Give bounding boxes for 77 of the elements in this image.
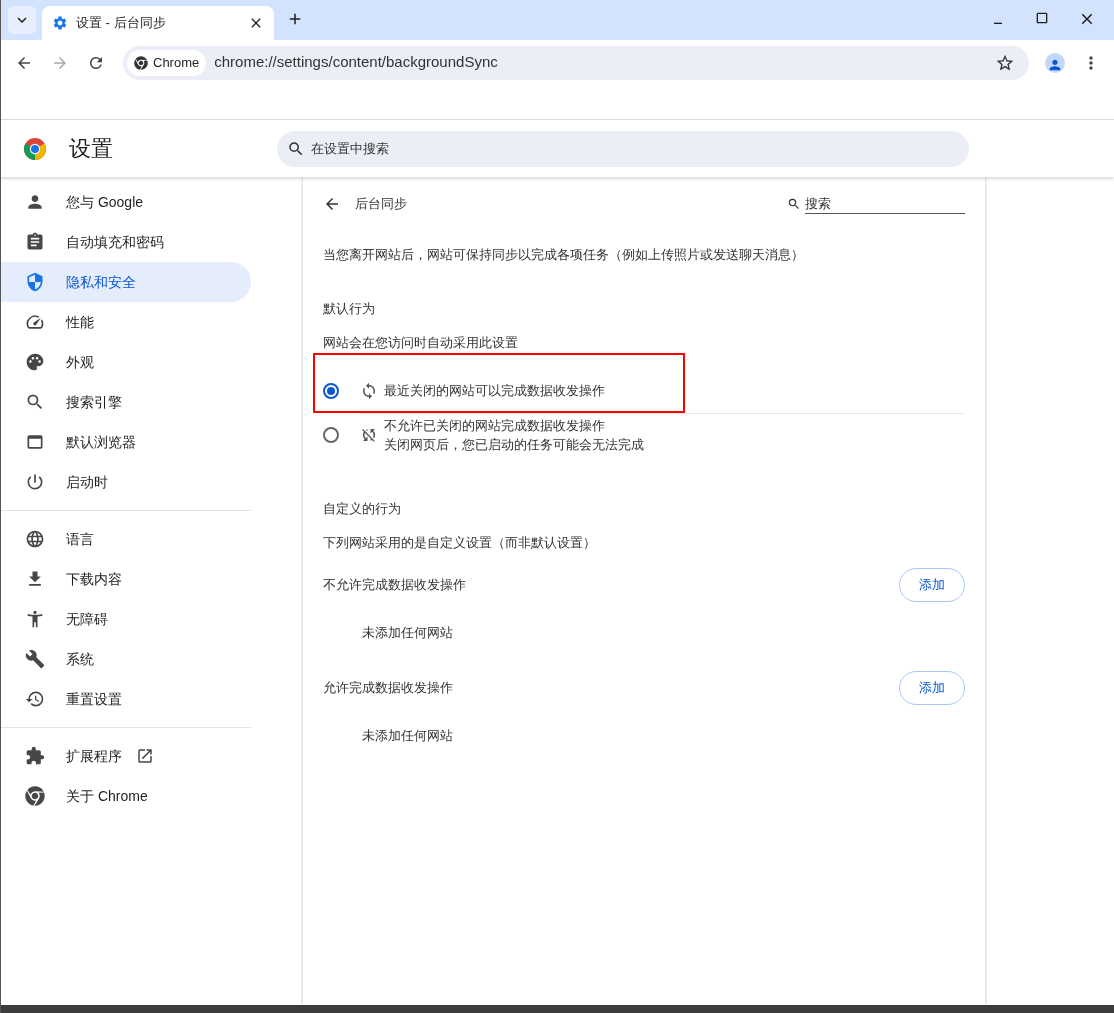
sidebar-item-label: 系统 [66,649,94,669]
shield-icon [25,272,45,292]
sidebar-item[interactable]: 无障碍 [1,599,251,639]
accessibility-icon [25,609,45,629]
sidebar-item[interactable]: 重置设置 [1,679,251,719]
sidebar-item[interactable]: 搜索引擎 [1,382,251,422]
sidebar-item[interactable]: 启动时 [1,462,251,502]
page-description: 当您离开网站后，网站可保持同步以完成各项任务（例如上传照片或发送聊天消息） [323,246,805,264]
option-label: 不允许已关闭的网站完成数据收发操作 [384,416,606,435]
chrome-logo-icon [134,55,148,70]
sidebar-item-label: 性能 [66,312,94,332]
sidebar-item-label: 关于 Chrome [66,786,148,806]
list-heading: 允许完成数据收发操作 [323,679,453,698]
sidebar-item-label: 下载内容 [66,569,122,589]
sync-disabled-icon [360,426,378,444]
sidebar-item-label: 您与 Google [66,192,144,212]
address-bar[interactable]: Chrome chrome://settings/content/backgroundSync [123,45,1029,80]
empty-list-message: 未添加任何网站 [362,623,454,642]
list-heading: 不允许完成数据收发操作 [323,575,466,594]
sidebar-item-label: 搜索引擎 [66,392,122,412]
browser-window-icon [25,432,45,452]
sidebar-item[interactable]: 语言 [1,519,251,559]
wrench-icon [25,649,45,669]
page-title: 后台同步 [355,195,408,214]
sidebar-item-label: 无障碍 [66,609,108,629]
gauge-icon [25,312,45,332]
settings-title: 设置 [69,135,114,163]
sidebar-item[interactable]: 您与 Google [1,182,251,222]
sync-icon [360,381,378,400]
sidebar-item[interactable]: 关于 Chrome [1,776,251,816]
sidebar-item-label: 外观 [66,352,94,372]
sidebar-item-label: 隐私和安全 [66,272,136,292]
sidebar-item-label: 启动时 [66,472,108,492]
site-chip[interactable]: Chrome [127,49,207,76]
search-icon [25,392,45,412]
sidebar-item[interactable]: 默认浏览器 [1,422,251,462]
gear-icon [52,15,68,31]
radio-button[interactable] [323,382,339,399]
tab-title: 设置 - 后台同步 [76,14,167,33]
sidebar-item[interactable]: 自动填充和密码 [1,222,251,262]
sidebar-item-label: 自动填充和密码 [66,232,164,252]
search-icon [287,139,305,158]
sidebar-item-label: 扩展程序 [66,746,122,766]
history-icon [25,689,45,709]
sidebar-item-label: 重置设置 [66,689,122,709]
maximize-icon[interactable] [1034,10,1050,26]
sidebar-item[interactable]: 扩展程序 [1,736,251,776]
sidebar-item[interactable]: 外观 [1,342,251,382]
section-heading: 默认行为 [323,299,376,318]
sidebar-item[interactable]: 隐私和安全 [1,262,251,302]
palette-icon [25,352,45,372]
radio-button[interactable] [323,427,339,443]
chrome-logo [23,136,47,161]
chrome-logo-icon [25,786,45,806]
sidebar-item[interactable]: 下载内容 [1,559,251,599]
page-search-field[interactable]: 搜索 [805,193,965,215]
browser-tab[interactable]: 设置 - 后台同步 [42,6,274,40]
sidebar-item-label: 语言 [66,529,94,549]
site-chip-label: Chrome [153,53,200,72]
option-description: 关闭网页后，您已启动的任务可能会无法完成 [384,436,644,454]
section-subheading: 网站会在您访问时自动采用此设置 [323,334,519,352]
tab-search-button[interactable] [8,6,36,34]
settings-search-field[interactable]: 在设置中搜索 [277,130,969,167]
search-icon [787,197,801,211]
sidebar-item-label: 默认浏览器 [66,432,136,452]
puzzle-icon [25,746,45,766]
clipboard-icon [25,232,45,252]
globe-icon [25,529,45,549]
option-label: 最近关闭的网站可以完成数据收发操作 [384,381,605,400]
sidebar-item[interactable]: 系统 [1,639,251,679]
section-heading: 自定义的行为 [323,499,402,518]
section-subheading: 下列网站采用的是自定义设置（而非默认设置） [323,534,597,552]
url-text: chrome://settings/content/backgroundSync [214,52,499,73]
sidebar-item[interactable]: 性能 [1,302,251,342]
empty-list-message: 未添加任何网站 [362,727,454,745]
profile-avatar[interactable] [1045,52,1065,73]
power-icon [25,472,45,492]
